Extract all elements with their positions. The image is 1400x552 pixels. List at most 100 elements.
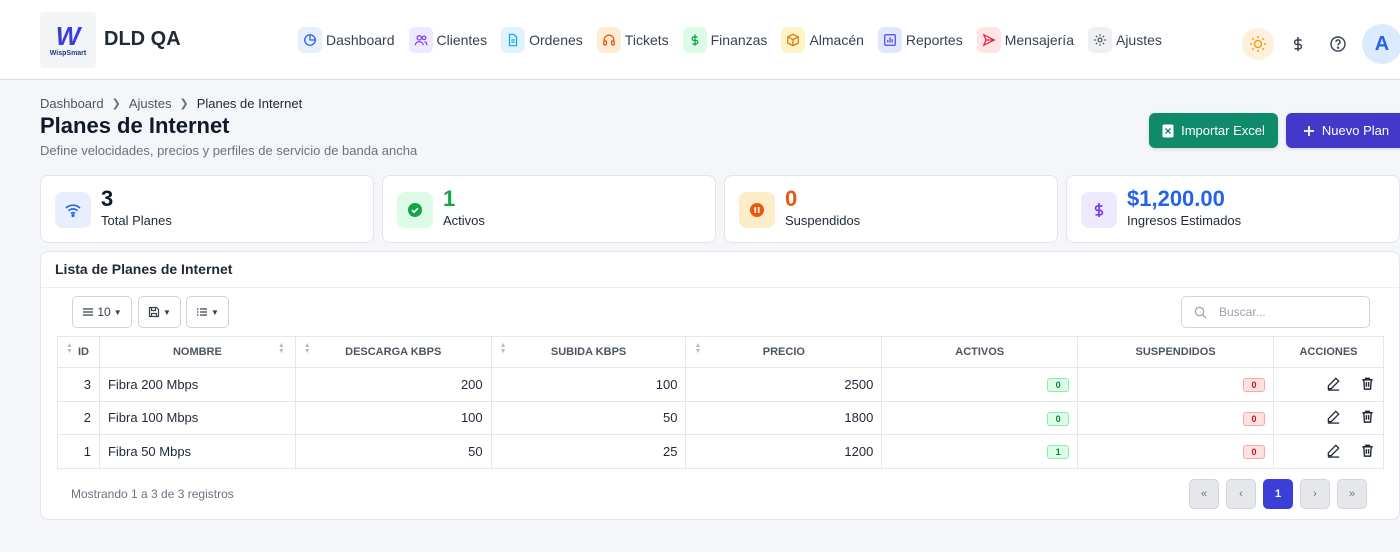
nav-item-ordenes[interactable]: Ordenes	[501, 27, 583, 53]
page-last-button[interactable]: »	[1337, 479, 1367, 509]
page-length-value: 10	[97, 305, 111, 319]
column-header-id[interactable]: ▲ ▼ ID	[57, 336, 100, 368]
edit-button[interactable]	[1325, 409, 1341, 425]
logo[interactable]: W WispSmart	[40, 12, 96, 68]
help-button[interactable]	[1322, 28, 1354, 60]
nav-item-reportes[interactable]: Reportes	[877, 27, 963, 53]
nav-item-finanzas[interactable]: Finanzas	[682, 27, 767, 53]
table-row: 3 Fibra 200 Mbps 200 100 2500 0 0	[57, 367, 1385, 402]
suspendidos-badge: 0	[1242, 411, 1265, 426]
sort-icon: ▲ ▼	[277, 342, 285, 355]
check-circle-icon	[397, 192, 433, 228]
trash-icon	[1361, 410, 1373, 423]
pie-chart-icon	[298, 27, 322, 53]
columns-button[interactable]: ▼	[186, 296, 229, 328]
stat-value: 3	[101, 186, 114, 211]
breadcrumb-dashboard[interactable]: Dashboard	[40, 96, 104, 111]
users-icon	[408, 27, 433, 53]
trash-icon	[1361, 377, 1373, 390]
cell-precio: 1800	[685, 400, 883, 435]
cell-subida: 25	[490, 434, 687, 469]
activos-badge: 0	[1047, 378, 1070, 393]
column-header-nombre[interactable]: Nombre ▲ ▼	[98, 336, 296, 368]
cell-suspendidos: 0	[1077, 434, 1274, 469]
search-input[interactable]	[1219, 305, 1359, 319]
page-prev-button[interactable]: ‹	[1226, 479, 1256, 509]
nav-item-almacen[interactable]: Almacén	[781, 27, 864, 53]
stat-value: 0	[785, 186, 798, 211]
list-icon	[196, 306, 208, 318]
stat-label: Activos	[443, 213, 485, 228]
caret-down-icon: ▼	[211, 307, 219, 317]
cell-subida: 50	[490, 400, 687, 435]
cell-activos: 0	[881, 367, 1079, 402]
caret-down-icon: ▼	[113, 307, 122, 317]
edit-button[interactable]	[1325, 375, 1341, 391]
sort-icon: ▲ ▼	[303, 342, 311, 355]
cell-suspendidos: 0	[1077, 400, 1274, 435]
currency-button[interactable]	[1282, 28, 1314, 60]
nav-item-clientes[interactable]: Clientes	[408, 27, 487, 53]
breadcrumb-ajustes[interactable]: Ajustes	[129, 96, 172, 111]
edit-button[interactable]	[1325, 442, 1341, 458]
column-header-subida[interactable]: ▲ ▼ Subida Kbps	[490, 336, 687, 368]
breadcrumb-current: Planes de Internet	[196, 96, 303, 111]
chevron-right-icon: ❯	[111, 98, 121, 110]
dollar-icon	[1293, 37, 1303, 51]
column-header-activos: Activos	[881, 336, 1079, 368]
brand-title: DLD QA	[104, 28, 181, 50]
delete-button[interactable]	[1359, 409, 1375, 425]
cell-subida: 100	[490, 367, 687, 402]
save-icon	[148, 306, 160, 318]
cell-activos: 1	[881, 434, 1079, 469]
nav-label: Ajustes	[1115, 32, 1162, 48]
caret-down-icon: ▼	[163, 307, 171, 317]
column-header-precio[interactable]: ▲ ▼ Precio	[685, 336, 883, 368]
import-excel-button[interactable]: Importar Excel	[1149, 113, 1278, 148]
delete-button[interactable]	[1359, 375, 1375, 391]
page-length-select[interactable]: 10 ▼	[72, 296, 132, 328]
column-header-descarga[interactable]: ▲ ▼ Descarga Kbps	[294, 336, 492, 368]
divider	[41, 287, 1399, 288]
cell-precio: 1200	[685, 434, 883, 469]
page-first-button[interactable]: «	[1189, 479, 1219, 509]
send-icon	[976, 27, 1001, 53]
bar-chart-icon	[877, 27, 902, 53]
activos-badge: 0	[1047, 411, 1070, 426]
cell-acciones	[1272, 367, 1385, 402]
logo-text: WispSmart	[49, 49, 87, 57]
top-navbar: W WispSmart DLD QA Dashboard Clientes Or…	[0, 0, 1400, 80]
search-box	[1181, 296, 1370, 328]
nav-item-dashboard[interactable]: Dashboard	[298, 27, 395, 53]
delete-button[interactable]	[1359, 442, 1375, 458]
nav-label: Reportes	[905, 32, 963, 48]
document-icon	[501, 27, 526, 53]
new-plan-label: Nuevo Plan	[1321, 123, 1390, 138]
list-icon	[82, 306, 94, 318]
sort-desc-icon: ▲ ▼	[66, 342, 73, 355]
cell-descarga: 100	[294, 400, 492, 435]
cell-suspendidos: 0	[1077, 367, 1274, 402]
plans-table-card: Lista de Planes de Internet 10 ▼ ▼ ▼ ▲▼I…	[40, 251, 1400, 520]
stat-card-total: 3 Total Planes	[40, 175, 374, 243]
breadcrumb: Dashboard ❯ Ajustes ❯ Planes de Internet	[40, 96, 302, 111]
export-button[interactable]: ▼	[138, 296, 181, 328]
box-icon	[781, 27, 806, 53]
nav-item-mensajeria[interactable]: Mensajería	[976, 27, 1074, 53]
cell-nombre: Fibra 200 Mbps	[98, 367, 296, 402]
cell-descarga: 50	[294, 434, 492, 469]
chevron-right-icon: ❯	[179, 98, 189, 110]
headset-icon	[596, 27, 621, 53]
excel-file-icon	[1162, 124, 1174, 138]
cell-activos: 0	[881, 400, 1079, 435]
page-current-button[interactable]: 1	[1263, 479, 1293, 509]
new-plan-button[interactable]: Nuevo Plan	[1286, 113, 1400, 148]
theme-toggle-button[interactable]	[1242, 28, 1274, 60]
avatar[interactable]: A	[1362, 24, 1400, 64]
stat-card-activos: 1 Activos	[382, 175, 716, 243]
nav-item-tickets[interactable]: Tickets	[596, 27, 669, 53]
suspendidos-badge: 0	[1242, 378, 1265, 393]
pause-circle-icon	[739, 192, 775, 228]
nav-item-ajustes[interactable]: Ajustes	[1087, 27, 1162, 53]
page-next-button[interactable]: ›	[1300, 479, 1330, 509]
